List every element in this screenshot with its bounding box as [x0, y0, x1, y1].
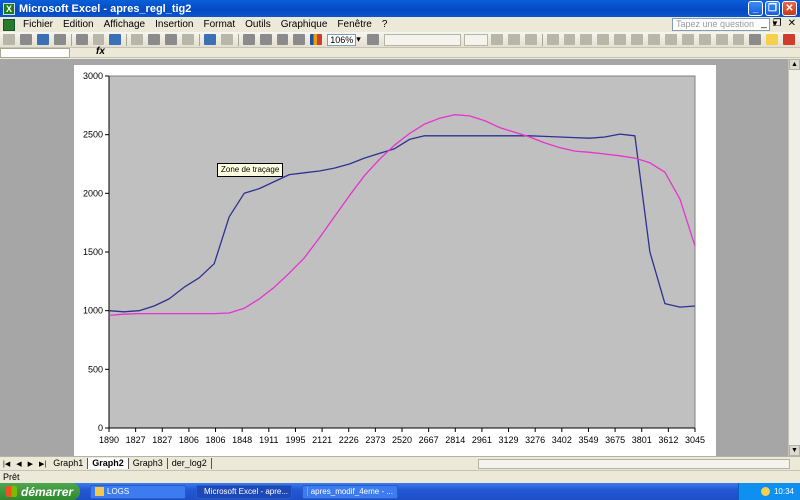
taskbar-item-label: Microsoft Excel - apre... [204, 487, 289, 496]
line-chart[interactable]: 0 500 1000 1500 2000 2500 3000 1890 1827 1827 1806… [0, 0, 800, 500]
start-label: démarrer [21, 484, 74, 499]
x-tick-label: 1848 [232, 435, 252, 445]
system-tray: 10:34 [738, 483, 800, 500]
x-tick-label: 1806 [206, 435, 226, 445]
x-tick-label: 1827 [126, 435, 146, 445]
y-tick-label: 1500 [83, 247, 103, 257]
x-tick-label: 3045 [685, 435, 705, 445]
taskbar-item-label: apres_modif_4eme - ... [310, 487, 393, 496]
x-tick-label: 2667 [419, 435, 439, 445]
tab-der-log2[interactable]: der_log2 [168, 458, 212, 469]
x-tick-label: 2226 [339, 435, 359, 445]
plot-area-tooltip: Zone de traçage [217, 163, 284, 177]
scroll-down-icon[interactable]: ▼ [789, 445, 800, 456]
tab-graph3[interactable]: Graph3 [129, 458, 168, 469]
tray-status-icon[interactable] [760, 487, 770, 496]
sheet-tabs-bar: |◀ ◀ ▶ ▶| Graph1 Graph2 Graph3 der_log2 [0, 456, 800, 470]
x-tick-label: 1827 [152, 435, 172, 445]
x-tick-label: 1890 [99, 435, 119, 445]
first-sheet-icon[interactable]: |◀ [3, 460, 10, 468]
scroll-up-icon[interactable]: ▲ [789, 59, 800, 70]
y-tick-label: 1000 [83, 306, 103, 316]
x-tick-label: 1806 [179, 435, 199, 445]
x-tick-label: 2121 [312, 435, 332, 445]
taskbar-item-document[interactable]: apres_modif_4eme - ... [302, 484, 398, 499]
y-tick-label: 0 [98, 423, 103, 433]
next-sheet-icon[interactable]: ▶ [28, 460, 33, 468]
x-tick-label: 2373 [365, 435, 385, 445]
prev-sheet-icon[interactable]: ◀ [16, 460, 21, 468]
x-tick-label: 3612 [658, 435, 678, 445]
windows-logo-icon [6, 486, 17, 497]
taskbar: démarrer LOGS Microsoft Excel - apre... … [0, 483, 800, 500]
x-tick-label: 3549 [578, 435, 598, 445]
x-tick-label: 3276 [525, 435, 545, 445]
start-button[interactable]: démarrer [0, 483, 80, 500]
y-tick-label: 500 [88, 364, 103, 374]
x-tick-label: 3129 [499, 435, 519, 445]
x-tick-label: 2961 [472, 435, 492, 445]
taskbar-item-logs[interactable]: LOGS [90, 484, 186, 499]
x-tick-label: 2520 [392, 435, 412, 445]
status-bar: Prêt [0, 470, 800, 483]
tab-graph2[interactable]: Graph2 [88, 458, 129, 469]
horizontal-scrollbar[interactable] [478, 459, 790, 469]
clock: 10:34 [773, 487, 794, 496]
x-tick-label: 3675 [605, 435, 625, 445]
taskbar-item-label: LOGS [107, 487, 130, 496]
x-tick-label: 3801 [632, 435, 652, 445]
x-tick-label: 2814 [445, 435, 465, 445]
status-text: Prêt [3, 472, 20, 482]
tab-graph1[interactable]: Graph1 [49, 458, 89, 469]
x-tick-label: 3402 [552, 435, 572, 445]
x-tick-label: 1995 [285, 435, 305, 445]
y-tick-label: 2000 [83, 188, 103, 198]
vertical-scrollbar[interactable]: ▲ ▼ [788, 59, 800, 456]
plot-area [108, 75, 696, 429]
document-icon [307, 487, 308, 496]
x-tick-label: 1911 [259, 435, 278, 445]
last-sheet-icon[interactable]: ▶| [39, 460, 46, 468]
y-tick-label: 3000 [83, 71, 103, 81]
taskbar-item-excel[interactable]: Microsoft Excel - apre... [196, 484, 292, 499]
folder-icon [95, 487, 104, 496]
y-tick-label: 2500 [83, 130, 103, 140]
